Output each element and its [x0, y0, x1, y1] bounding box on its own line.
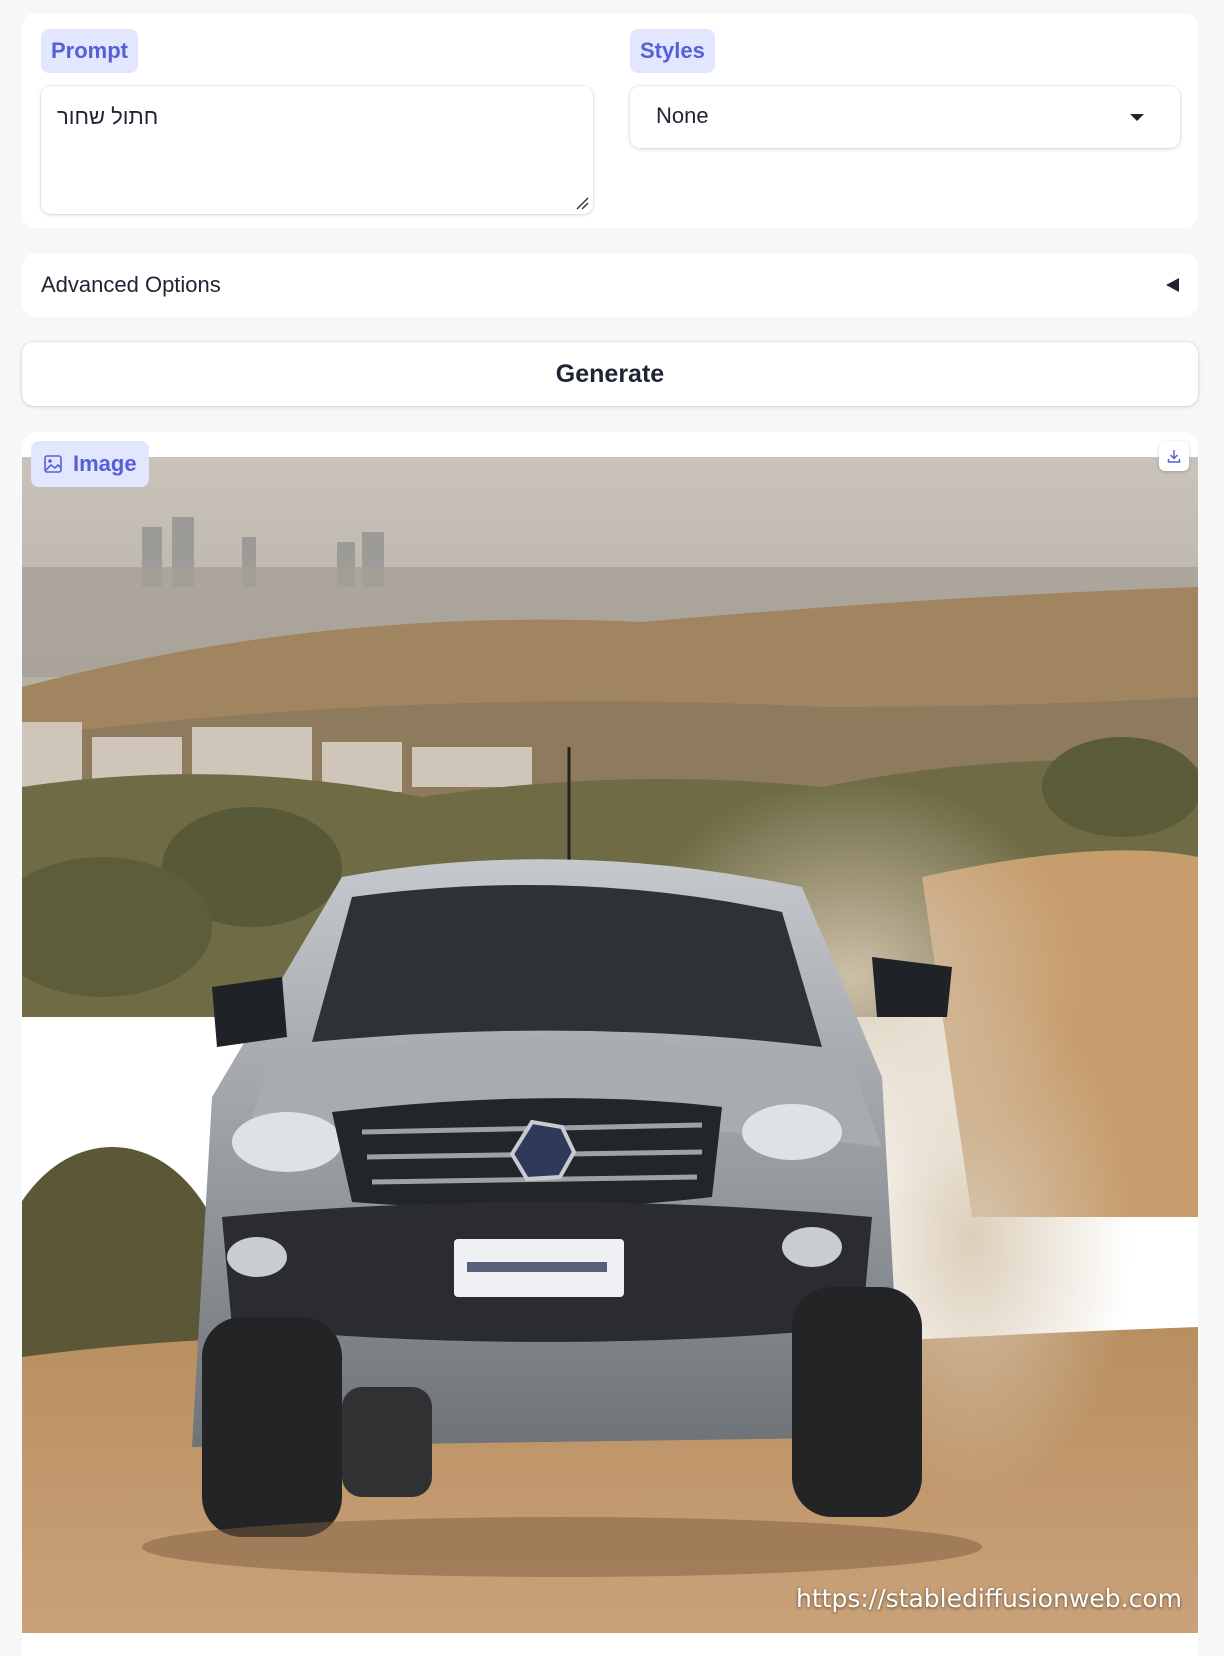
- resize-grip-icon[interactable]: [575, 196, 589, 210]
- prompt-label: Prompt: [41, 29, 138, 73]
- chevron-down-icon: [1130, 114, 1144, 121]
- image-icon: [44, 455, 62, 473]
- prompt-text[interactable]: חתול שחור: [57, 104, 158, 130]
- styles-dropdown[interactable]: None: [630, 86, 1180, 148]
- prompt-textarea[interactable]: חתול שחור: [41, 86, 593, 214]
- image-label-text: Image: [73, 451, 137, 476]
- download-icon: [1167, 450, 1181, 463]
- generate-button[interactable]: Generate: [22, 342, 1198, 406]
- image-output-label: Image: [31, 441, 149, 487]
- watermark-text: https://stablediffusionweb.com: [796, 1584, 1182, 1613]
- styles-label: Styles: [630, 29, 715, 73]
- generated-image: https://stablediffusionweb.com: [22, 457, 1198, 1633]
- prompt-styles-panel: Prompt חתול שחור Styles None: [22, 13, 1198, 228]
- styles-selected-value: None: [656, 103, 709, 128]
- collapse-caret-icon[interactable]: [1166, 278, 1179, 292]
- output-image-panel: Image https://stablediffusionweb.com: [22, 432, 1198, 1656]
- advanced-options-accordion[interactable]: Advanced Options: [22, 253, 1198, 317]
- download-button[interactable]: [1159, 441, 1189, 471]
- advanced-options-label: Advanced Options: [41, 272, 221, 297]
